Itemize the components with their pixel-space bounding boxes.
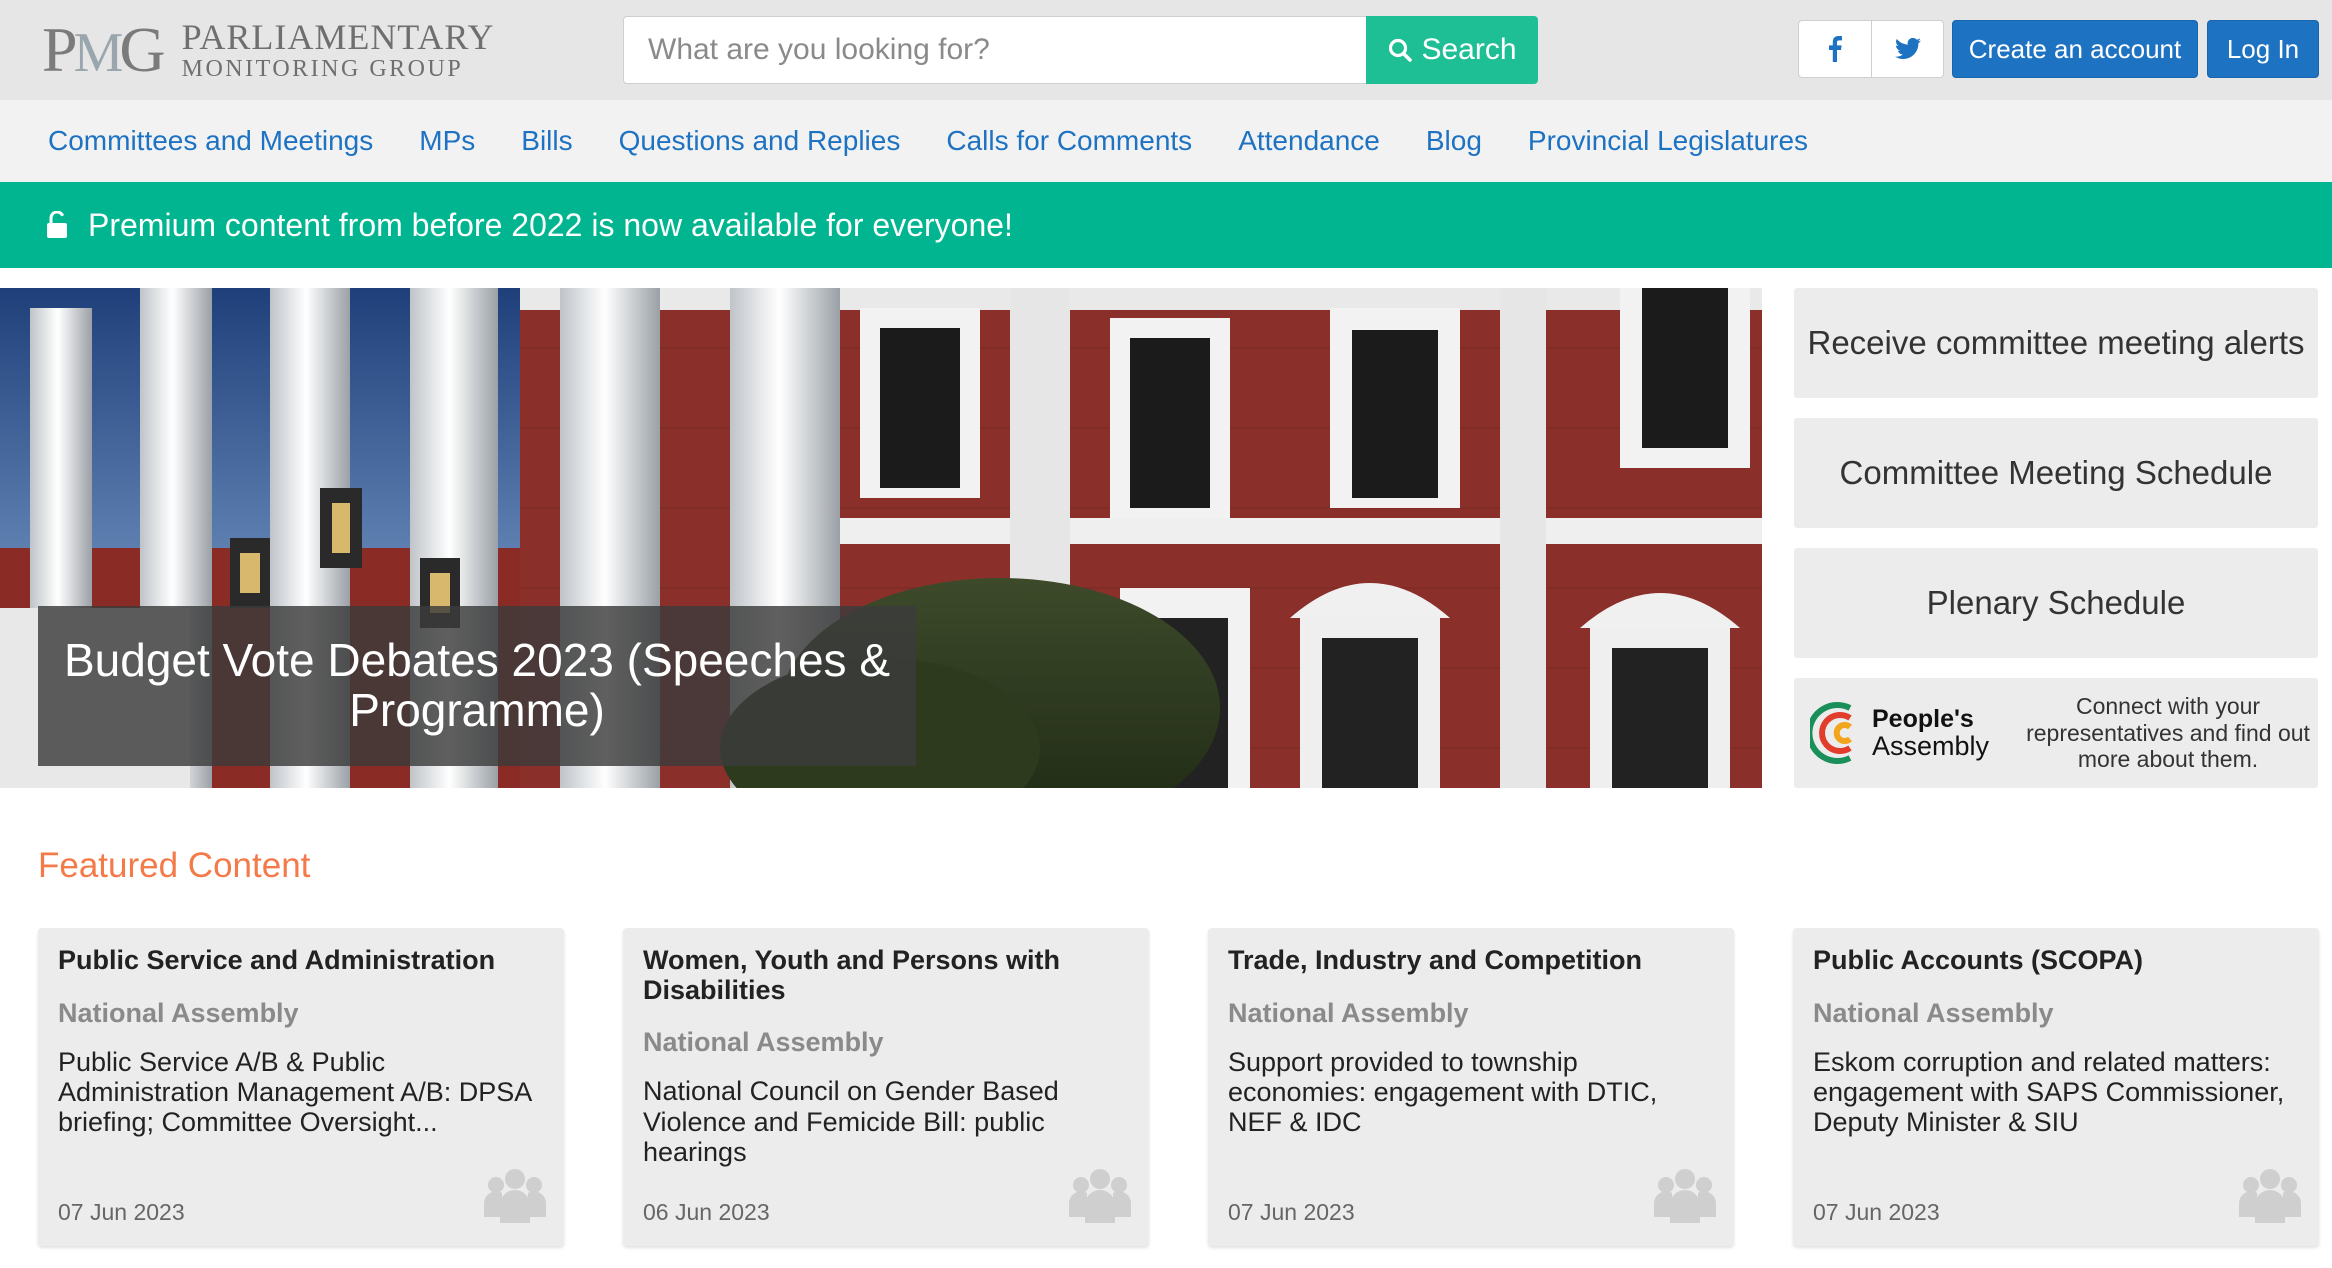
peoples-assembly-description: Connect with your representatives and fi… [2026, 693, 2310, 773]
unlock-icon [46, 211, 68, 239]
twitter-icon[interactable] [1871, 21, 1943, 77]
card-description[interactable]: Public Service A/B & Public Administrati… [58, 1047, 544, 1138]
nav-questions-and-replies[interactable]: Questions and Replies [619, 125, 901, 157]
card-description[interactable]: Eskom corruption and related matters: en… [1813, 1047, 2299, 1138]
peoples-assembly-logo: People's Assembly [1810, 696, 1989, 770]
hero-carousel[interactable]: Budget Vote Debates 2023 (Speeches & Pro… [0, 288, 1762, 788]
main-nav: Committees and Meetings MPs Bills Questi… [0, 100, 2332, 182]
card-house: National Assembly [1228, 997, 1469, 1028]
card-committee[interactable]: Public Accounts (SCOPA) [1813, 945, 2299, 976]
people-group-icon [1654, 1165, 1716, 1228]
nav-committees-and-meetings[interactable]: Committees and Meetings [48, 125, 373, 157]
featured-content-heading: Featured Content [38, 846, 311, 885]
card-committee[interactable]: Trade, Industry and Competition [1228, 945, 1714, 976]
card-house: National Assembly [643, 1027, 884, 1058]
search-input[interactable] [623, 16, 1367, 84]
nav-calls-for-comments[interactable]: Calls for Comments [946, 125, 1192, 157]
pmg-logo-mark: PMG [42, 14, 166, 85]
meeting-alerts-button[interactable]: Receive committee meeting alerts [1794, 288, 2318, 398]
card-committee[interactable]: Women, Youth and Persons with Disabiliti… [643, 945, 1129, 1005]
search-button[interactable]: Search [1366, 16, 1538, 84]
logo-line1: PARLIAMENTARY [181, 17, 495, 57]
card-date: 07 Jun 2023 [58, 1199, 185, 1225]
facebook-icon[interactable] [1799, 21, 1871, 77]
card-committee[interactable]: Public Service and Administration [58, 945, 544, 976]
card-house: National Assembly [1813, 997, 2054, 1028]
nav-bills[interactable]: Bills [521, 125, 572, 157]
featured-card[interactable]: Public Service and Administration Nation… [38, 928, 564, 1246]
plenary-schedule-button[interactable]: Plenary Schedule [1794, 548, 2318, 658]
search-button-label: Search [1421, 33, 1517, 66]
premium-content-banner[interactable]: Premium content from before 2022 is now … [0, 182, 2332, 268]
peoples-assembly-link[interactable]: People's Assembly Connect with your repr… [1794, 678, 2318, 788]
nav-provincial-legislatures[interactable]: Provincial Legislatures [1528, 125, 1808, 157]
login-button[interactable]: Log In [2207, 20, 2319, 78]
top-header: PMG PARLIAMENTARY MONITORING GROUP Searc… [0, 0, 2332, 100]
featured-card[interactable]: Women, Youth and Persons with Disabiliti… [623, 928, 1149, 1246]
card-date: 06 Jun 2023 [643, 1199, 770, 1225]
card-date: 07 Jun 2023 [1813, 1199, 1940, 1225]
card-description[interactable]: Support provided to township economies: … [1228, 1047, 1714, 1138]
nav-attendance[interactable]: Attendance [1238, 125, 1380, 157]
card-date: 07 Jun 2023 [1228, 1199, 1355, 1225]
card-description[interactable]: National Council on Gender Based Violenc… [643, 1076, 1129, 1167]
pmg-logo[interactable]: PMG PARLIAMENTARY MONITORING GROUP [42, 14, 494, 86]
people-group-icon [2239, 1165, 2301, 1228]
hero-caption[interactable]: Budget Vote Debates 2023 (Speeches & Pro… [38, 606, 916, 766]
peoples-assembly-name-2: Assembly [1872, 730, 1990, 761]
nav-blog[interactable]: Blog [1426, 125, 1482, 157]
people-group-icon [1069, 1165, 1131, 1228]
committee-schedule-button[interactable]: Committee Meeting Schedule [1794, 418, 2318, 528]
card-house: National Assembly [58, 997, 299, 1028]
search-icon [1387, 37, 1413, 63]
featured-card[interactable]: Public Accounts (SCOPA) National Assembl… [1793, 928, 2319, 1246]
social-links [1798, 20, 1944, 78]
logo-line2: MONITORING GROUP [181, 56, 464, 82]
peoples-assembly-icon [1810, 702, 1852, 764]
people-group-icon [484, 1165, 546, 1228]
nav-mps[interactable]: MPs [419, 125, 475, 157]
create-account-button[interactable]: Create an account [1952, 20, 2198, 78]
peoples-assembly-name-1: People's [1872, 704, 1974, 733]
banner-text: Premium content from before 2022 is now … [88, 206, 1013, 243]
featured-card[interactable]: Trade, Industry and Competition National… [1208, 928, 1734, 1246]
